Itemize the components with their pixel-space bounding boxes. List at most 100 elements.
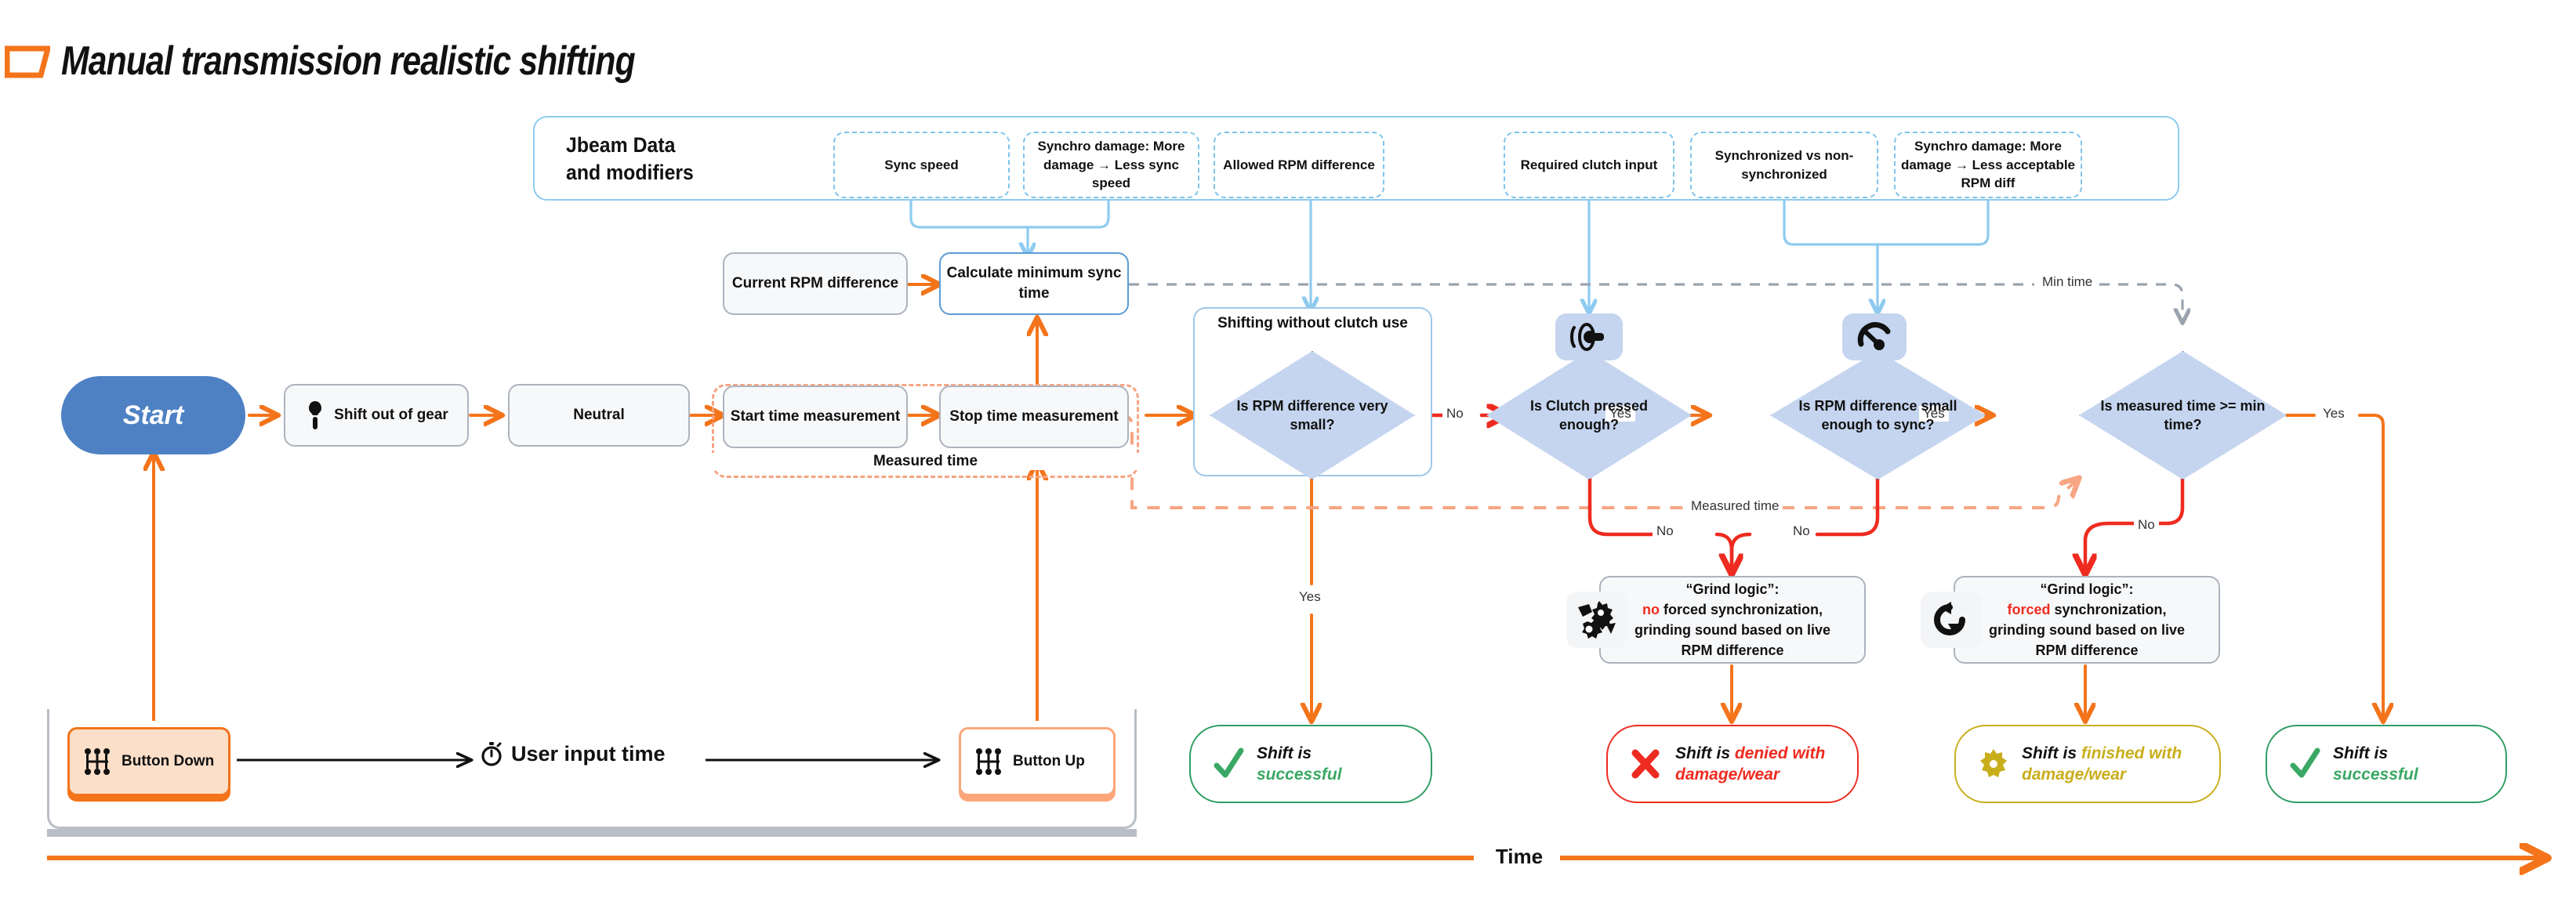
grind-line-4: RPM difference [2035,642,2139,659]
measured-time-group-label: Measured time [712,453,1139,470]
gear-stick-icon [309,401,322,429]
edge-label-measured-time: Measured time [1687,498,1783,514]
gear-stick-icon [85,748,110,775]
chip-synchro-damage-rpm-diff[interactable]: Synchro damage: More damage → Less accep… [1894,132,2082,198]
calculate-min-sync-time-label: Calculate minimum sync time [946,265,1122,302]
result-text: Shift is successful [2333,743,2418,786]
grind-line-2: no forced synchronization, [1634,599,1830,620]
current-rpm-difference-label: Current RPM difference [731,275,899,292]
result-lead: Shift is [1675,744,1735,762]
clutch-icon [1570,323,1604,351]
edge-label-no-1: No [1442,406,1468,422]
grind-line-4: RPM difference [1681,642,1784,659]
result-lead: Shift is [2333,744,2389,762]
grind-logic-no-forced-sync-box[interactable]: “Grind logic”: no forced synchronization… [1566,576,1866,664]
stop-time-measurement-node[interactable]: Stop time measurement [939,385,1129,448]
jbeam-title-line-2: and modifiers [566,161,694,185]
gauge-icon [1857,322,1891,350]
button-down-card[interactable]: Button Down [67,727,230,796]
decision-label: Is RPM difference small enough to sync? [1798,397,1957,433]
start-node[interactable]: Start [61,376,245,454]
grind-line-3: grinding sound based on live [1634,622,1830,638]
gauge-icon-tab [1842,313,1907,360]
clutch-icon-tab [1555,313,1623,360]
broken-gears-icon [1578,601,1616,639]
start-time-measurement-label: Start time measurement [730,408,901,425]
calculate-minimum-sync-time-node[interactable]: Calculate minimum sync time [939,252,1129,315]
result-tail: successful [2333,766,2418,784]
button-down-card-outer: Button Down [61,721,237,802]
chip-allowed-rpm-difference[interactable]: Allowed RPM difference [1214,132,1384,198]
edge-label-min-time: Min time [2038,274,2097,290]
edge-label-yes-down-1: Yes [1295,589,1325,605]
chip-label: Synchronized vs non-synchronized [1714,147,1854,182]
chip-label: Synchro damage: More damage → Less sync … [1037,138,1185,191]
user-input-time-label: User input time [511,741,666,766]
shifting-without-clutch-group-label: Shifting without clutch use [1217,315,1408,331]
user-input-time-group: User input time [480,740,707,767]
grind-highlight: no [1642,601,1660,617]
grind-logic-text: “Grind logic”: no forced synchronization… [1634,579,1830,661]
decision-label: Is RPM difference very small? [1236,397,1388,433]
button-up-card[interactable]: Button Up [959,727,1116,796]
result-text: Shift is finished with damage/wear [2022,743,2213,786]
grind-highlight: forced [2007,601,2051,617]
current-rpm-difference-node[interactable]: Current RPM difference [723,252,908,315]
gear-icon [1980,749,2007,777]
button-up-card-outer: Button Up [952,721,1122,802]
chip-required-clutch-input[interactable]: Required clutch input [1504,132,1674,198]
neutral-label: Neutral [573,407,625,424]
edge-label-yes-3: Yes [2319,406,2349,422]
start-label: Start [122,400,184,430]
shift-out-of-gear-node[interactable]: Shift out of gear [284,384,469,447]
button-down-label: Button Down [122,752,215,769]
result-shift-successful-2[interactable]: Shift is successful [2266,725,2507,803]
sync-arrow-icon-wrap [1921,592,1982,648]
cross-icon [1631,749,1660,779]
time-axis-label: Time [1480,845,1558,869]
edge-label-no-2: No [1653,523,1678,539]
jbeam-title-line-1: Jbeam Data [566,133,676,157]
grind-line-1: “Grind logic”: [1685,581,1780,597]
result-text: Shift is successful [1257,743,1342,786]
result-lead: Shift is [1257,744,1312,762]
chip-label: Required clutch input [1520,157,1658,172]
result-shift-finished-damage[interactable]: Shift is finished with damage/wear [1954,725,2221,803]
edge-label-no-4: No [2134,517,2159,533]
result-text: Shift is denied with damage/wear [1675,743,1854,786]
sync-arrow-icon [1934,602,1965,635]
result-shift-denied[interactable]: Shift is denied with damage/wear [1606,725,1859,803]
jbeam-panel-title: Jbeam Data and modifiers [566,132,768,186]
chip-synchronized-vs-non-synchronized[interactable]: Synchronized vs non-synchronized [1690,132,1878,198]
check-icon [1214,747,1244,778]
title-flag-icon [5,45,50,78]
grind-line-2-rest: forced synchronization, [1659,601,1823,617]
chip-label: Synchro damage: More damage → Less accep… [1900,138,2076,191]
decision-is-rpm-difference-very-small[interactable]: Is RPM difference very small? [1210,351,1415,480]
grind-logic-text: “Grind logic”: forced synchronization, g… [1989,579,2185,661]
decision-label: Is Clutch pressed enough? [1529,397,1649,433]
button-up-label: Button Up [1013,752,1085,769]
gear-stick-icon [976,748,1001,775]
result-lead: Shift is [2022,744,2081,762]
grind-line-2-rest: synchronization, [2050,601,2167,617]
grind-line-3: grinding sound based on live [1988,622,2185,638]
decision-is-clutch-pressed-enough[interactable]: Is Clutch pressed enough? [1486,313,1692,480]
stopwatch-icon [481,742,502,766]
check-icon [2290,747,2320,778]
broken-gears-icon-wrap [1566,592,1627,648]
result-tail: successful [1257,766,1342,784]
start-time-measurement-node[interactable]: Start time measurement [723,385,908,448]
result-shift-successful-1[interactable]: Shift is successful [1189,725,1432,803]
page-title: Manual transmission realistic shifting [61,38,636,84]
decision-is-rpm-difference-small-enough-to-sync[interactable]: Is RPM difference small enough to sync? [1770,313,1986,480]
decision-is-measured-time-ge-min-time[interactable]: Is measured time >= min time? [2079,351,2287,480]
edge-label-no-3: No [1789,523,1814,539]
chip-synchro-damage-sync-speed[interactable]: Synchro damage: More damage → Less sync … [1023,132,1199,198]
page-title-bar: Manual transmission realistic shifting [0,16,941,84]
grind-line-1: “Grind logic”: [2040,581,2134,597]
chip-sync-speed[interactable]: Sync speed [833,132,1010,198]
neutral-node[interactable]: Neutral [508,384,690,447]
grind-logic-forced-sync-box[interactable]: “Grind logic”: forced synchronization, g… [1921,576,2220,664]
stop-time-measurement-label: Stop time measurement [949,408,1119,425]
